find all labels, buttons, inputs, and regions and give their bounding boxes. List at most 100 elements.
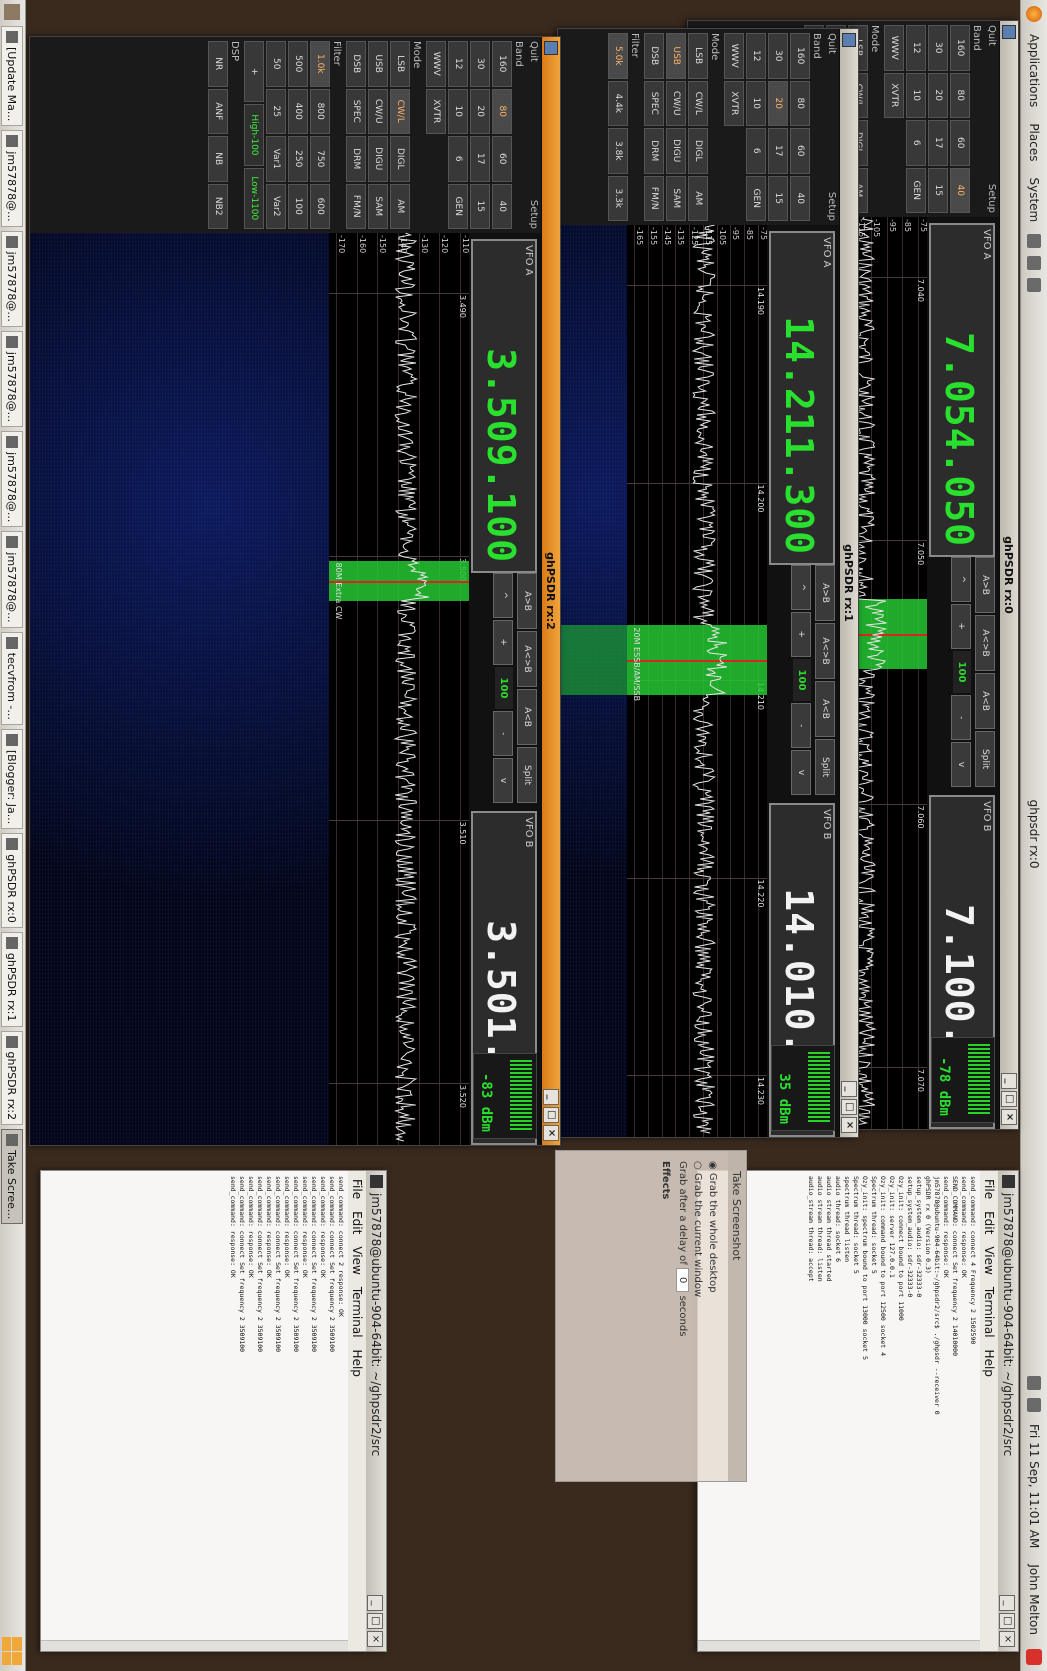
band-button-10[interactable]: 10: [746, 80, 766, 126]
band-button-10[interactable]: 10: [906, 72, 926, 118]
power-icon[interactable]: [1026, 1649, 1042, 1665]
filter-plus-button[interactable]: +: [244, 41, 264, 103]
window-titlebar[interactable]: ghPSDR rx:2 _ □ ×: [542, 37, 560, 1145]
band-button-17[interactable]: 17: [928, 120, 948, 166]
close-button[interactable]: ×: [841, 1117, 857, 1133]
menu-places[interactable]: Places: [1027, 115, 1041, 169]
taskbar-button[interactable]: jm57878@...: [1, 531, 23, 628]
band-button-40[interactable]: 40: [790, 175, 810, 221]
mode-button-cw-l[interactable]: CW/L: [390, 88, 410, 134]
menu-file[interactable]: File: [982, 1179, 996, 1199]
filter-button[interactable]: 5.0k: [608, 33, 628, 79]
filter-button[interactable]: 50: [266, 41, 286, 87]
filter-button[interactable]: 3.8k: [608, 128, 628, 174]
band-button-wwv[interactable]: WWV: [724, 33, 744, 79]
band-button-xvtr[interactable]: XVTR: [884, 72, 904, 118]
filter-button[interactable]: 25: [266, 88, 286, 134]
filter-button[interactable]: 800: [310, 88, 330, 134]
vfo-btoa-button[interactable]: A<B: [975, 673, 995, 729]
workspace-cell[interactable]: [12, 1651, 22, 1665]
band-button-80[interactable]: 80: [950, 72, 970, 118]
tune-down-button[interactable]: v: [791, 750, 811, 795]
band-button-6[interactable]: 6: [906, 120, 926, 166]
band-button-6[interactable]: 6: [746, 128, 766, 174]
mode-button-fm-n[interactable]: FM/N: [346, 183, 366, 229]
mode-button-digu[interactable]: DIGU: [368, 136, 388, 182]
band-button-60[interactable]: 60: [950, 120, 970, 166]
tune-minus-button[interactable]: -: [493, 711, 513, 757]
waterfall-display[interactable]: [558, 225, 627, 1137]
band-button-160[interactable]: 160: [492, 41, 512, 87]
vfo-a-display[interactable]: VFO A 7.054.050: [929, 223, 995, 557]
workspace-cell[interactable]: [2, 1651, 12, 1665]
band-button-30[interactable]: 30: [470, 41, 490, 87]
minimize-button[interactable]: _: [367, 1595, 383, 1611]
menu-edit[interactable]: Edit: [350, 1211, 364, 1234]
band-button-xvtr[interactable]: XVTR: [426, 88, 446, 134]
close-button[interactable]: ×: [367, 1631, 383, 1647]
vfo-split-button[interactable]: Split: [975, 731, 995, 787]
band-button-15[interactable]: 15: [928, 167, 948, 213]
menu-file[interactable]: File: [350, 1179, 364, 1199]
band-button-60[interactable]: 60: [790, 128, 810, 174]
workspace-cell[interactable]: [2, 1637, 12, 1651]
tune-up-button[interactable]: ^: [951, 557, 971, 602]
mode-button-fm-n[interactable]: FM/N: [644, 175, 664, 221]
tune-down-button[interactable]: v: [493, 758, 513, 803]
mode-button-dsb[interactable]: DSB: [644, 33, 664, 79]
taskbar-button[interactable]: Take Scree...: [1, 1129, 23, 1225]
band-button-6[interactable]: 6: [448, 136, 468, 182]
user-name[interactable]: John Melton: [1027, 1556, 1041, 1643]
menu-terminal[interactable]: Terminal: [350, 1287, 364, 1338]
taskbar-button[interactable]: jm57878@...: [1, 130, 23, 227]
band-button-xvtr[interactable]: XVTR: [724, 80, 744, 126]
maximize-button[interactable]: □: [543, 1107, 559, 1123]
mode-button-drm[interactable]: DRM: [346, 136, 366, 182]
band-button-gen[interactable]: GEN: [906, 167, 926, 213]
filter-button[interactable]: 100: [288, 183, 308, 229]
band-button-wwv[interactable]: WWV: [426, 41, 446, 87]
minimize-button[interactable]: _: [841, 1081, 857, 1097]
terminal-output[interactable]: send_command: connect 4 Frequency 2 1502…: [803, 1171, 980, 1651]
terminal-titlebar[interactable]: jm57878@ubuntu-904-64bit: ~/ghpsdr2/src …: [998, 1171, 1018, 1651]
clock[interactable]: Fri 11 Sep, 11:01 AM: [1027, 1416, 1041, 1556]
setup-button[interactable]: Setup: [826, 192, 837, 221]
band-button-wwv[interactable]: WWV: [884, 25, 904, 71]
mode-button-cw-l[interactable]: CW/L: [688, 80, 708, 126]
vfo-swap-button[interactable]: A<>B: [517, 631, 537, 687]
band-button-20[interactable]: 20: [470, 88, 490, 134]
network-icon[interactable]: [1027, 1375, 1041, 1390]
mode-button-cw-u[interactable]: CW/U: [666, 80, 686, 126]
mode-button-drm[interactable]: DRM: [644, 128, 664, 174]
menu-help[interactable]: Help: [982, 1350, 996, 1377]
band-button-40[interactable]: 40: [492, 183, 512, 229]
tune-minus-button[interactable]: -: [791, 703, 811, 749]
taskbar-button[interactable]: jm57878@...: [1, 330, 23, 428]
setup-button[interactable]: Setup: [986, 184, 997, 213]
tune-minus-button[interactable]: -: [951, 695, 971, 741]
band-button-20[interactable]: 20: [768, 80, 788, 126]
tune-up-button[interactable]: ^: [791, 565, 811, 610]
volume-icon[interactable]: [1027, 1397, 1041, 1412]
waterfall-display[interactable]: [30, 233, 329, 1145]
taskbar-button[interactable]: jm57878@...: [1, 431, 23, 528]
maximize-button[interactable]: □: [1001, 1091, 1017, 1107]
tuning-step[interactable]: 100: [953, 650, 971, 694]
terminal-scrollbar[interactable]: [41, 1640, 348, 1651]
taskbar-button[interactable]: ghPSDR rx:1: [1, 931, 23, 1027]
close-button[interactable]: ×: [1001, 1109, 1017, 1125]
menu-edit[interactable]: Edit: [982, 1211, 996, 1234]
filter-button[interactable]: 600: [310, 183, 330, 229]
band-button-12[interactable]: 12: [906, 25, 926, 71]
band-button-17[interactable]: 17: [768, 128, 788, 174]
filter-button[interactable]: 500: [288, 41, 308, 87]
filter-button[interactable]: 3.3k: [608, 175, 628, 221]
band-button-12[interactable]: 12: [746, 33, 766, 79]
dialog-title[interactable]: Take Screenshot: [728, 1151, 746, 1481]
taskbar-button[interactable]: [Update Ma...: [1, 26, 23, 127]
mode-button-am[interactable]: AM: [390, 183, 410, 229]
tune-plus-button[interactable]: +: [493, 619, 513, 665]
mode-button-digl[interactable]: DIGL: [688, 128, 708, 174]
band-button-10[interactable]: 10: [448, 88, 468, 134]
quit-button[interactable]: Quit: [826, 33, 837, 54]
